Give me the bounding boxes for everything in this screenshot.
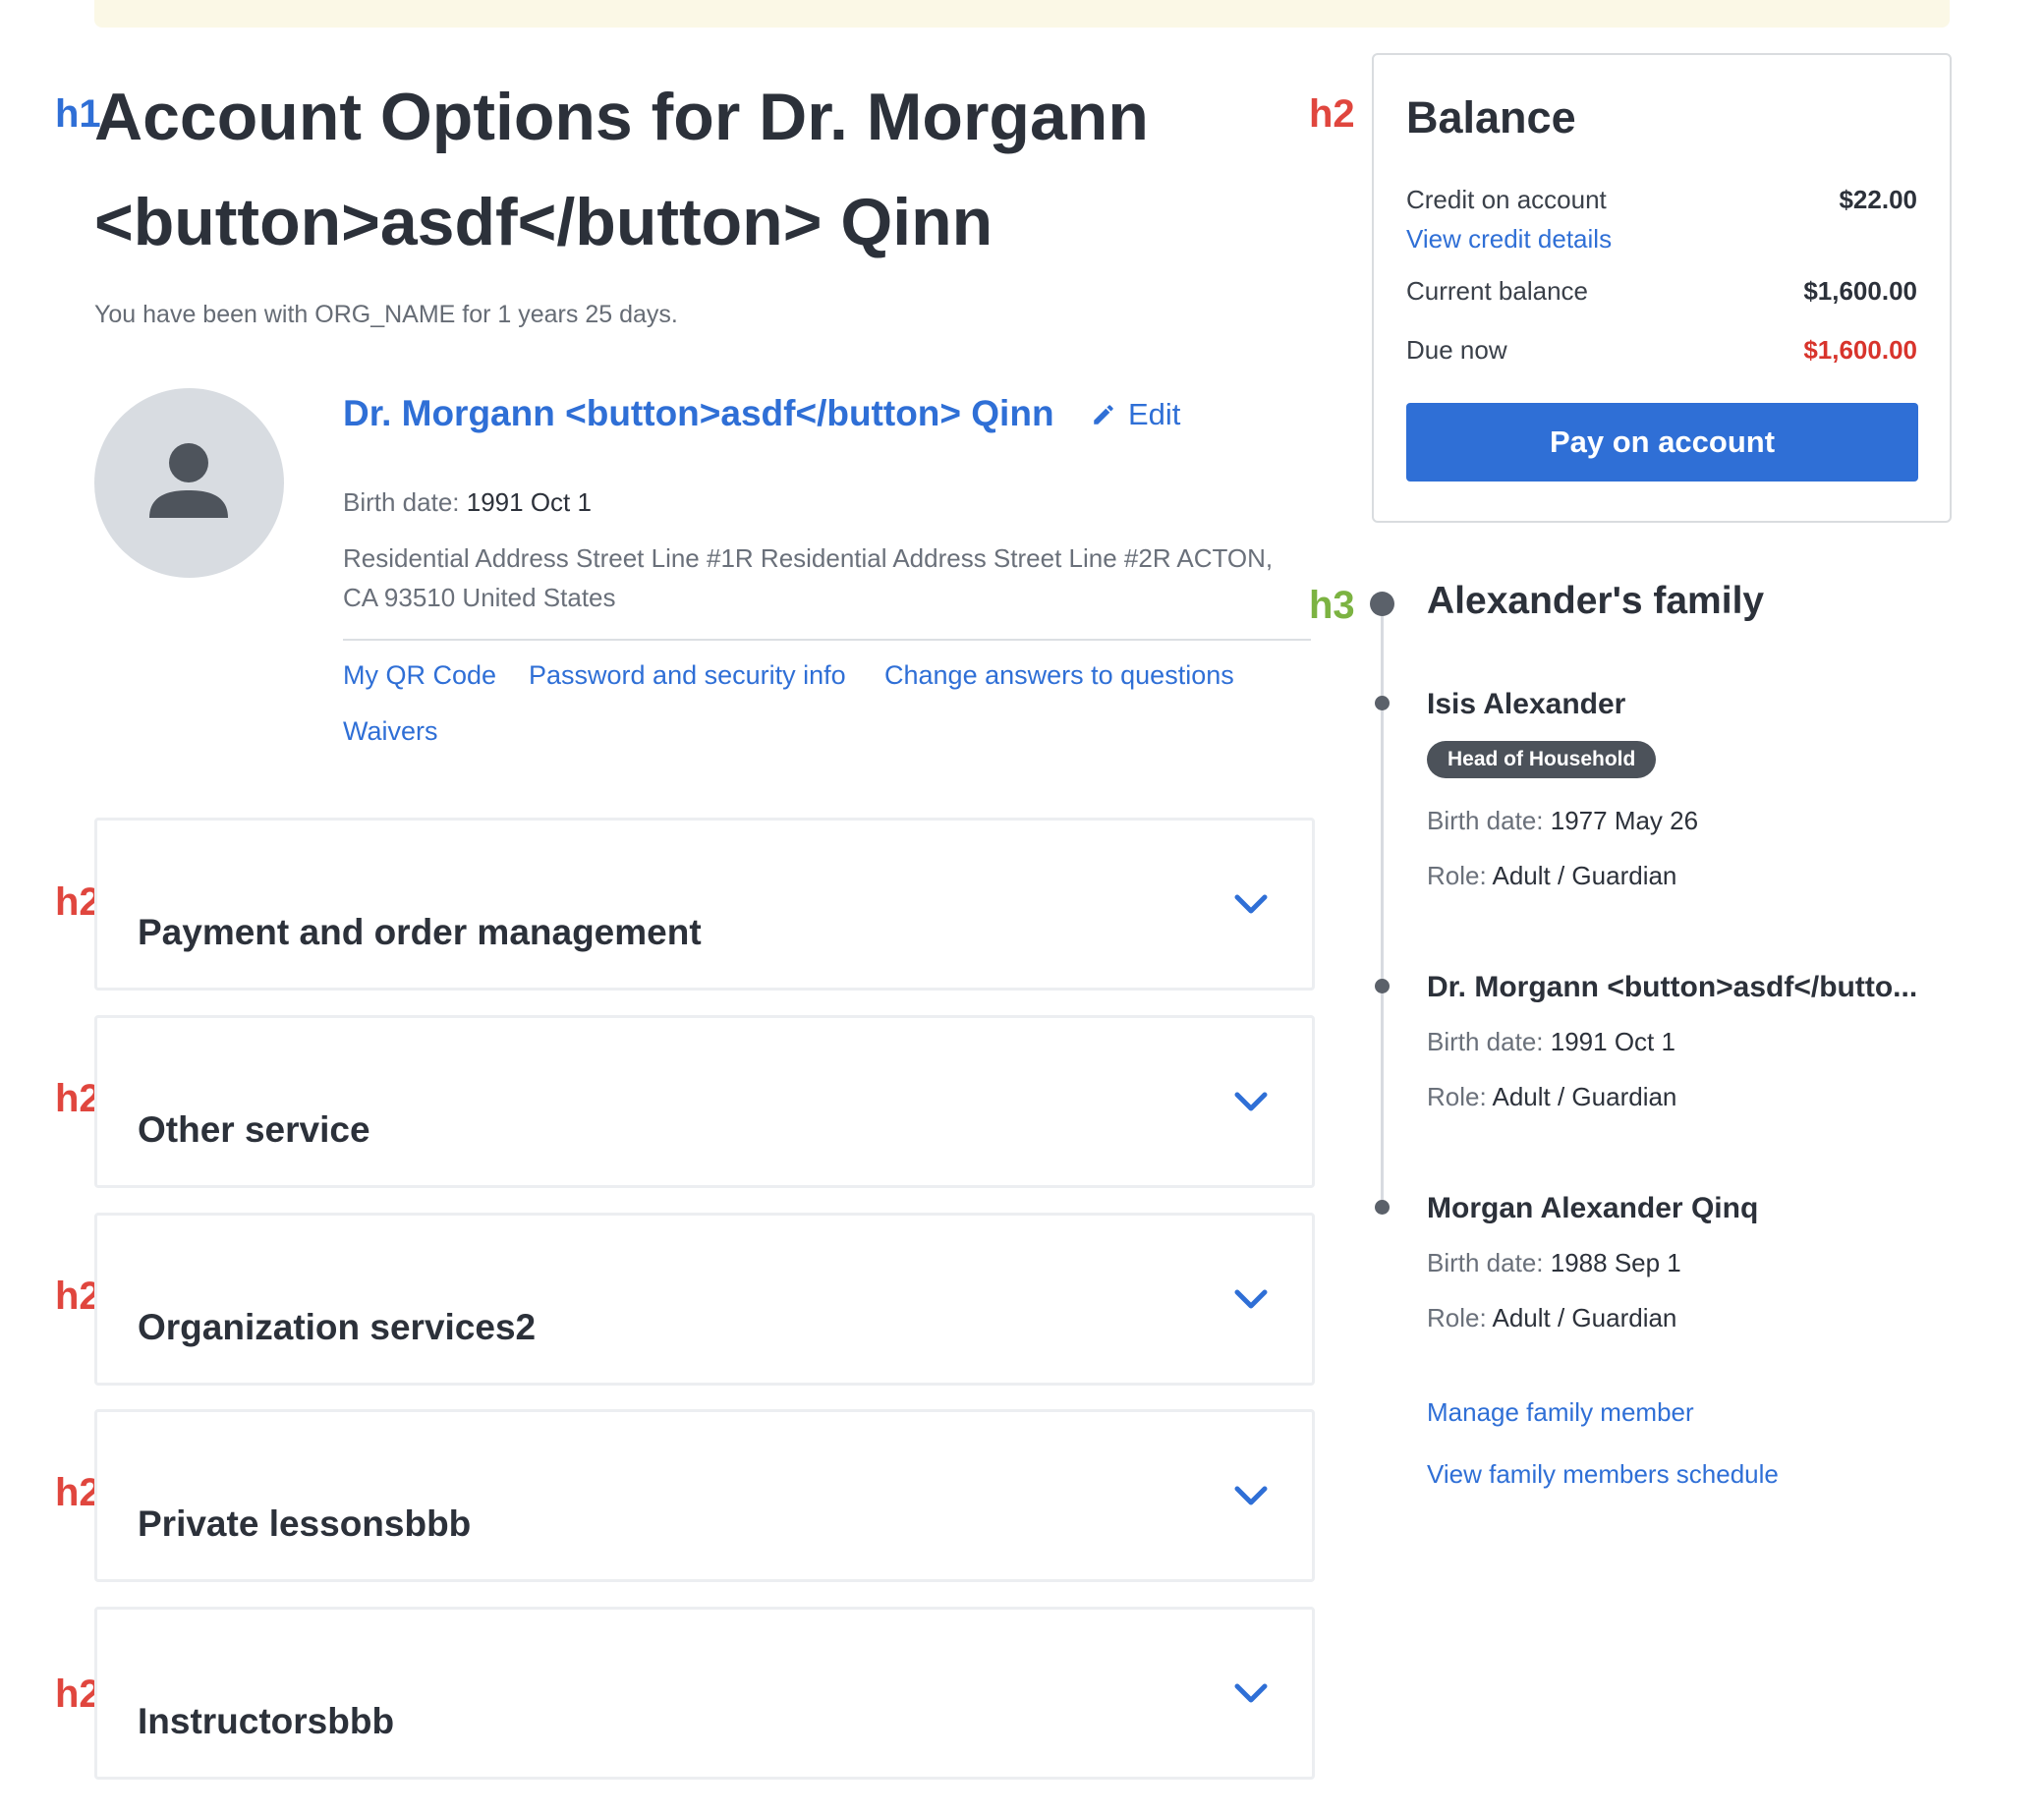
section-private-lessons[interactable]: Private lessonsbbb: [94, 1409, 1315, 1582]
family-member-birth: Birth date: 1988 Sep 1: [1427, 1248, 1681, 1278]
birth-date-value: 1977 May 26: [1550, 806, 1699, 835]
family-member-role: Role: Adult / Guardian: [1427, 1303, 1676, 1333]
section-title: Payment and order management: [138, 911, 702, 952]
edit-label: Edit: [1128, 397, 1181, 431]
password-security-link[interactable]: Password and security info: [529, 660, 846, 691]
role-value: Adult / Guardian: [1492, 1082, 1677, 1111]
chevron-down-icon[interactable]: [1233, 892, 1269, 916]
profile-name-link[interactable]: Dr. Morgann <button>asdf</button> Qinn: [343, 393, 1054, 434]
family-timeline-line: [1381, 603, 1384, 1207]
edit-profile-link[interactable]: Edit: [1091, 397, 1180, 432]
family-member-birth: Birth date: 1991 Oct 1: [1427, 1027, 1675, 1057]
section-title: Organization services2: [138, 1306, 537, 1347]
birth-date-label: Birth date:: [1427, 1027, 1544, 1056]
family-title: Alexander's family: [1427, 580, 1765, 622]
timeline-dot: [1370, 592, 1394, 616]
credit-value: $22.00: [1839, 185, 1917, 214]
section-payment-order[interactable]: Payment and order management: [94, 818, 1315, 991]
profile-birth-date: Birth date: 1991 Oct 1: [343, 487, 592, 518]
avatar: [94, 388, 284, 578]
change-answers-link[interactable]: Change answers to questions: [884, 660, 1234, 691]
annotation-h2-balance: h2: [1309, 92, 1355, 136]
role-label: Role:: [1427, 1303, 1487, 1332]
annotation-h3-family: h3: [1309, 584, 1355, 627]
membership-tenure: You have been with ORG_NAME for 1 years …: [94, 301, 678, 328]
birth-date-value: 1988 Sep 1: [1550, 1248, 1681, 1277]
family-member-name: Morgan Alexander Qinq: [1427, 1192, 1759, 1224]
section-instructors[interactable]: Instructorsbbb: [94, 1607, 1315, 1780]
view-family-schedule-link[interactable]: View family members schedule: [1427, 1459, 1779, 1490]
chevron-down-icon[interactable]: [1233, 1287, 1269, 1311]
birth-date-label: Birth date:: [1427, 806, 1544, 835]
section-title: Other service: [138, 1108, 370, 1150]
section-title: Private lessonsbbb: [138, 1502, 472, 1544]
family-member-role: Role: Adult / Guardian: [1427, 861, 1676, 891]
timeline-dot: [1375, 979, 1390, 993]
pencil-icon: [1091, 402, 1116, 427]
manage-family-member-link[interactable]: Manage family member: [1427, 1397, 1694, 1428]
timeline-dot: [1375, 1200, 1390, 1215]
page-title: Account Options for Dr. Morgann <button>…: [94, 80, 1149, 259]
family-member-name: Isis Alexander: [1427, 688, 1626, 720]
balance-card: Balance Credit on account $22.00 View cr…: [1372, 53, 1952, 523]
birth-date-label: Birth date:: [1427, 1248, 1544, 1277]
birth-date-value: 1991 Oct 1: [1550, 1027, 1675, 1056]
chevron-down-icon[interactable]: [1233, 1090, 1269, 1113]
family-member-birth: Birth date: 1977 May 26: [1427, 806, 1698, 836]
role-label: Role:: [1427, 861, 1487, 890]
family-member-name: Dr. Morgann <button>asdf</butto...: [1427, 971, 1918, 1003]
due-now-value: $1,600.00: [1803, 335, 1917, 365]
user-icon: [149, 443, 228, 518]
head-of-household-badge: Head of Household: [1427, 741, 1657, 778]
role-value: Adult / Guardian: [1492, 861, 1677, 890]
due-now-label: Due now: [1406, 335, 1507, 365]
view-credit-details-link[interactable]: View credit details: [1406, 224, 1612, 255]
section-title: Instructorsbbb: [138, 1700, 395, 1741]
chevron-down-icon[interactable]: [1233, 1681, 1269, 1705]
role-label: Role:: [1427, 1082, 1487, 1111]
pay-on-account-button[interactable]: Pay on account: [1406, 403, 1918, 482]
profile-divider: [343, 639, 1311, 641]
section-other-service[interactable]: Other service: [94, 1015, 1315, 1188]
current-balance-label: Current balance: [1406, 276, 1588, 306]
family-member-role: Role: Adult / Guardian: [1427, 1082, 1676, 1112]
role-value: Adult / Guardian: [1492, 1303, 1677, 1332]
section-organization-services[interactable]: Organization services2: [94, 1213, 1315, 1386]
credit-label: Credit on account: [1406, 185, 1607, 214]
my-qr-code-link[interactable]: My QR Code: [343, 660, 496, 691]
chevron-down-icon[interactable]: [1233, 1484, 1269, 1507]
notice-banner: [94, 0, 1950, 28]
timeline-dot: [1375, 696, 1390, 710]
birth-date-value: 1991 Oct 1: [466, 487, 592, 517]
profile-address: Residential Address Street Line #1R Resi…: [343, 543, 1274, 612]
current-balance-value: $1,600.00: [1803, 276, 1917, 306]
waivers-link[interactable]: Waivers: [343, 716, 438, 747]
balance-title: Balance: [1406, 92, 1576, 142]
birth-date-label: Birth date:: [343, 487, 460, 517]
